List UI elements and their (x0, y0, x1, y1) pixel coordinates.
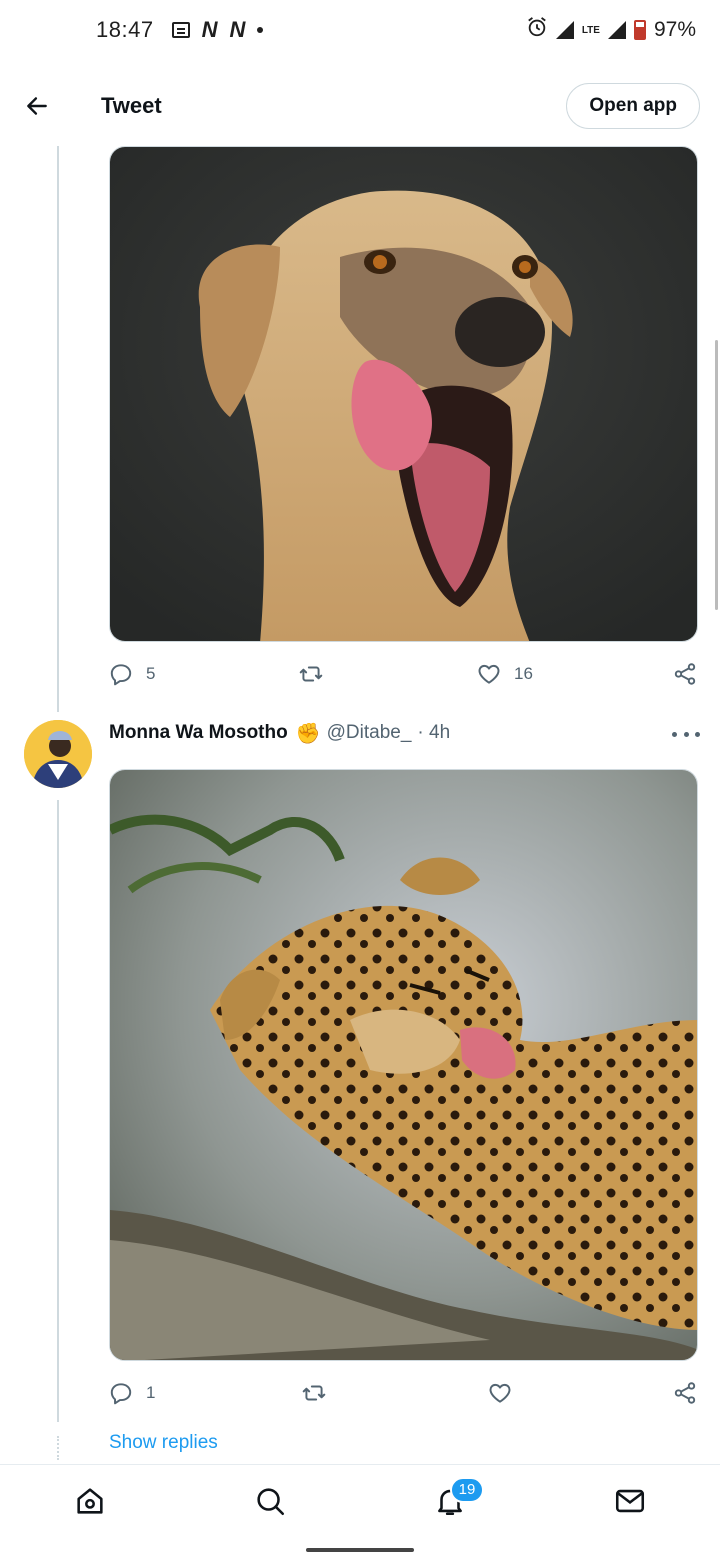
page-title: Tweet (101, 93, 162, 118)
leopard-photo (110, 770, 697, 1360)
thread-line-bottom (57, 800, 59, 1422)
tweet1-actions: 5 16 (108, 656, 700, 692)
share-icon (674, 663, 696, 685)
reply-icon (110, 1383, 132, 1405)
gesture-bar[interactable] (306, 1548, 414, 1552)
bottom-nav: 19 (0, 1464, 720, 1536)
scroll-indicator[interactable] (715, 340, 718, 610)
more-options-button[interactable] (672, 722, 700, 746)
reply-count: 1 (146, 1383, 156, 1402)
battery-percent: 97% (653, 18, 696, 41)
status-bar: 18:47 N N LTE 97% (0, 0, 720, 60)
more-dot-icon (672, 731, 677, 737)
author-handle[interactable]: @Ditabe_ (327, 722, 412, 744)
like-count: 16 (514, 664, 533, 683)
more-notifications-dot-icon (257, 27, 264, 33)
top-header: Tweet Open app (0, 66, 720, 146)
back-button[interactable] (0, 69, 74, 143)
author-name[interactable]: Monna Wa Mosotho (109, 722, 288, 744)
avatar-image (24, 720, 92, 788)
like-button[interactable]: 16 (476, 656, 533, 692)
share-icon (674, 1382, 696, 1404)
thread-line-top (57, 146, 59, 712)
tweet-media-leopard[interactable] (109, 769, 698, 1361)
lte-icon: LTE (581, 24, 600, 36)
status-time: 18:47 (96, 17, 154, 42)
retweet-icon (302, 1385, 326, 1401)
share-button[interactable] (672, 656, 698, 692)
more-dot-icon (683, 731, 689, 737)
notification-badge: 19 (450, 1476, 484, 1503)
message-notification-icon (171, 22, 190, 38)
tweet2-actions: 1 (108, 1375, 700, 1411)
nav-messages[interactable] (590, 1469, 670, 1533)
reply-count: 5 (146, 664, 156, 683)
open-app-button[interactable]: Open app (566, 83, 700, 129)
retweet-button[interactable] (301, 1375, 327, 1411)
tweet-media-dog[interactable] (109, 146, 698, 642)
heart-icon (489, 1383, 511, 1403)
nav-notifications[interactable]: 19 (410, 1469, 490, 1533)
reply-button[interactable]: 1 (108, 1375, 155, 1411)
retweet-button[interactable] (298, 656, 324, 692)
nav-home[interactable] (50, 1469, 130, 1533)
dog-photo (110, 147, 697, 641)
share-button[interactable] (672, 1375, 698, 1411)
app-n-icon-2: N (229, 17, 246, 42)
signal-icon (555, 21, 574, 39)
heart-icon (478, 664, 500, 684)
alarm-icon (526, 16, 548, 44)
status-system-icons: LTE 97% (526, 16, 696, 44)
mail-icon (615, 1489, 645, 1512)
battery-icon (633, 20, 646, 40)
retweet-icon (299, 666, 323, 682)
app-n-icon: N (201, 17, 218, 42)
tweet2-header: Monna Wa Mosotho ✊ @Ditabe_ · 4h (109, 716, 450, 750)
status-notification-icons: N N (171, 17, 264, 43)
search-icon (257, 1487, 285, 1515)
thread-dotted-line (57, 1436, 59, 1460)
show-replies-link[interactable]: Show replies (109, 1432, 218, 1454)
signal-icon-2 (607, 21, 626, 39)
home-icon (77, 1487, 103, 1514)
back-arrow-icon (27, 97, 47, 115)
tweet-time[interactable]: · 4h (417, 722, 450, 744)
more-dot-icon (695, 731, 700, 737)
avatar[interactable] (24, 720, 92, 788)
fist-emoji-icon: ✊ (295, 722, 321, 745)
reply-button[interactable]: 5 (108, 656, 155, 692)
nav-search[interactable] (230, 1469, 310, 1533)
like-button[interactable] (487, 1375, 513, 1411)
reply-icon (110, 664, 132, 686)
